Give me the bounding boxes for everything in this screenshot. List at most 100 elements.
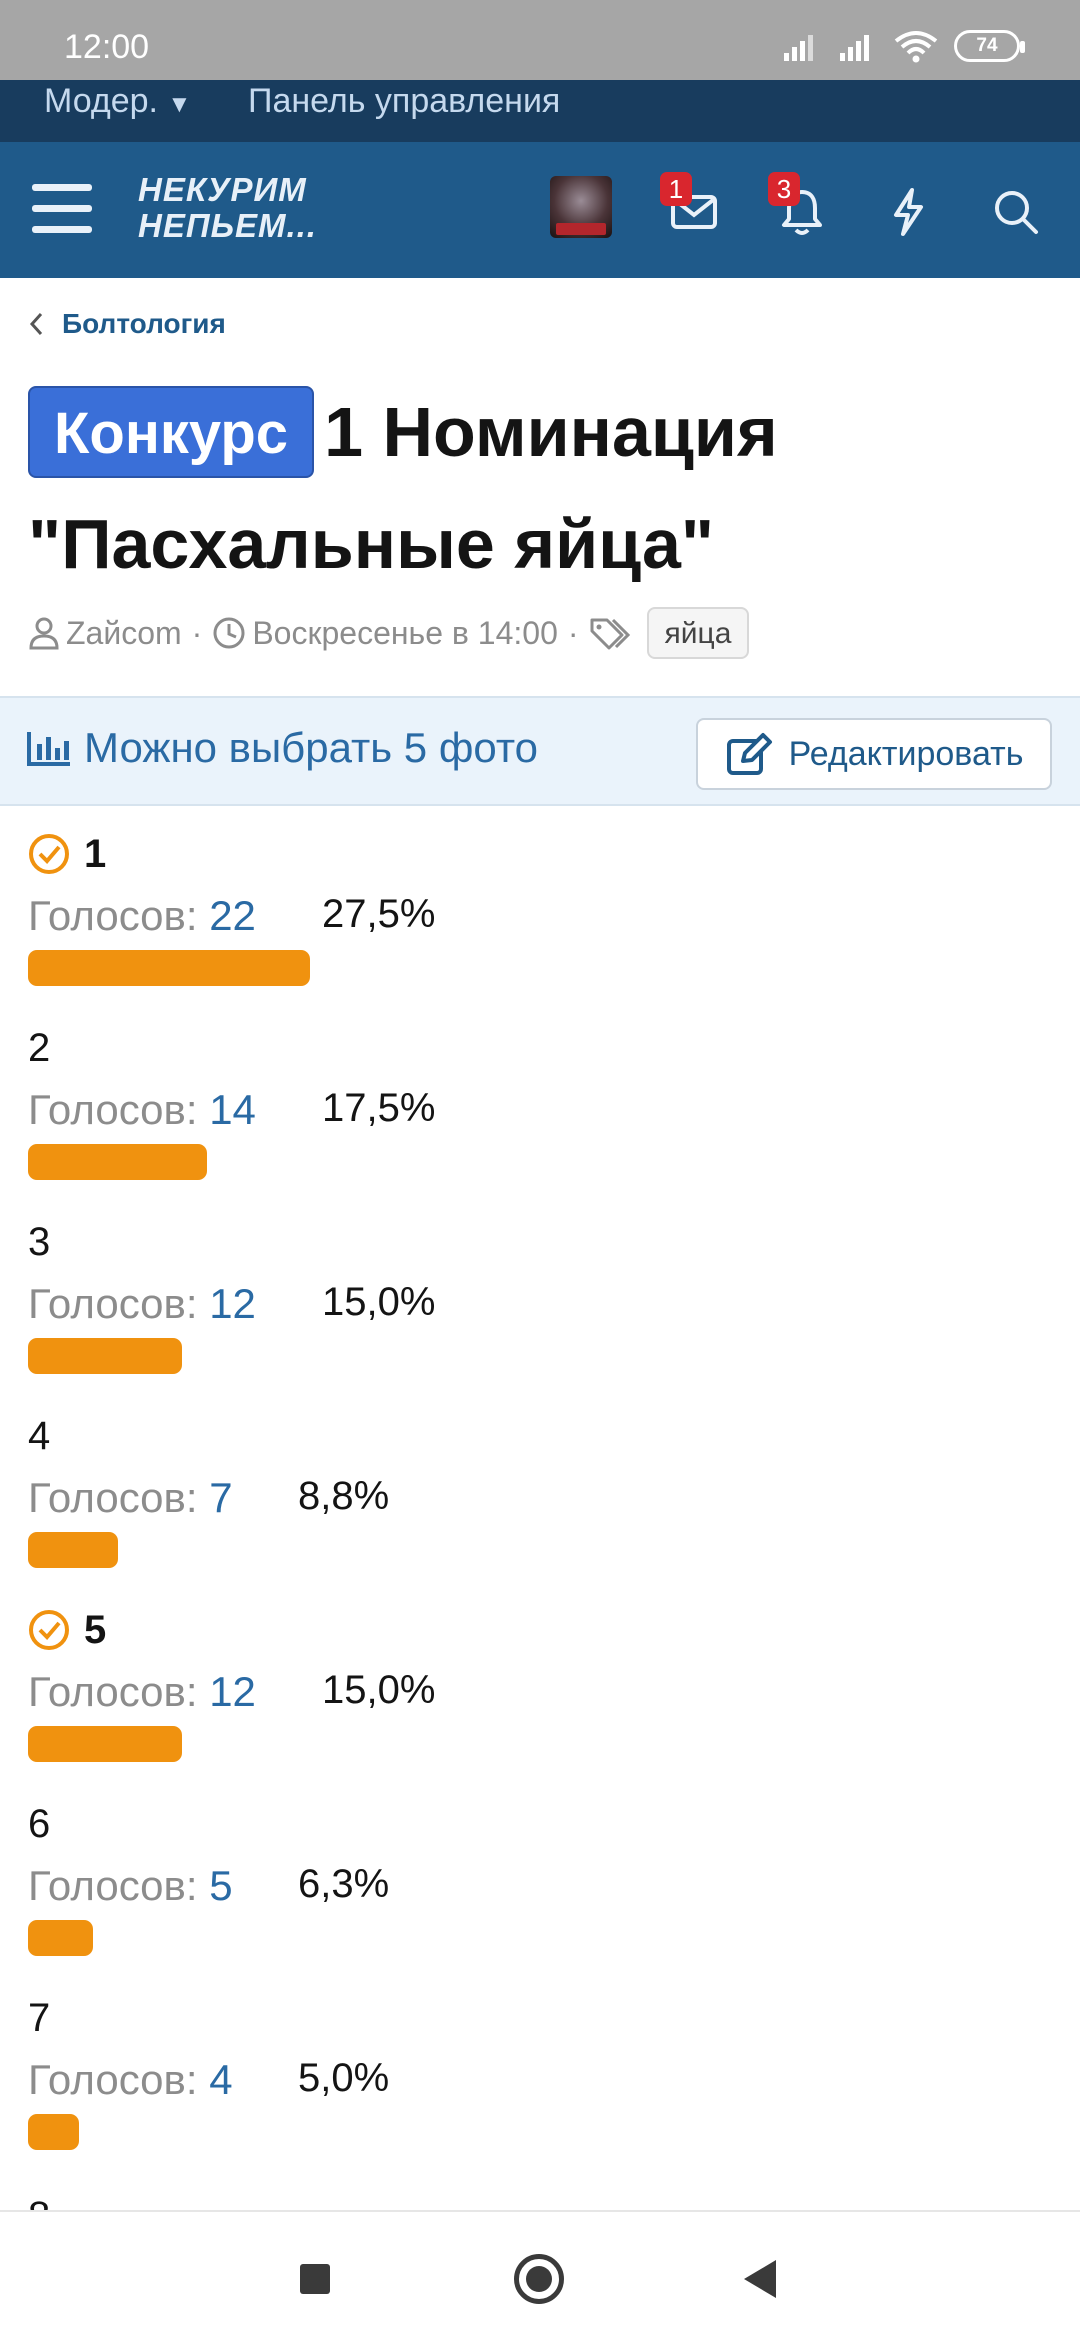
vote-count: Голосов: 5 [28, 1862, 233, 1910]
alerts-badge: 3 [768, 172, 800, 206]
edit-poll-label: Редактировать [788, 734, 1024, 773]
chevron-left-icon [29, 312, 43, 336]
vote-count: Голосов: 14 [28, 1086, 256, 1134]
status-icons: 74 [782, 26, 1025, 66]
back-button[interactable] [744, 2260, 776, 2298]
menu-icon[interactable] [32, 182, 94, 236]
whats-new-button[interactable] [878, 182, 938, 242]
voters-link[interactable]: 4 [209, 2056, 232, 2103]
tag-chip[interactable]: яйца [646, 607, 750, 659]
logo-line-2: НЕПЬЕМ... [138, 207, 317, 244]
poll-option: 6 Голосов: 5 6,3% [0, 1800, 1080, 1994]
moderator-bar: Модер. ▼ Панель управления [0, 80, 1080, 142]
battery-level: 74 [976, 35, 998, 56]
thread-author[interactable]: Zайcom [66, 615, 182, 652]
poll-option-name: 3 [28, 1218, 50, 1266]
vote-count: Голосов: 7 [28, 1474, 233, 1522]
wifi-icon [894, 31, 938, 63]
poll-option-name: 5 [28, 1606, 106, 1654]
votes-label: Голосов: [28, 2056, 198, 2103]
vote-percent: 15,0% [322, 1280, 436, 1324]
check-circle-icon [29, 1610, 69, 1650]
poll-option: 5 Голосов: 12 15,0% [0, 1606, 1080, 1800]
poll-info-text: Можно выбрать 5 фото [84, 724, 538, 771]
poll-option: 2 Голосов: 14 17,5% [0, 1024, 1080, 1218]
tags-icon [590, 618, 630, 650]
moderator-label: Модер. [44, 82, 158, 120]
moderator-menu[interactable]: Модер. ▼ [44, 82, 191, 121]
poll-info: Можно выбрать 5 фото [26, 724, 538, 772]
poll-option-name: 6 [28, 1800, 50, 1848]
poll-option: 7 Голосов: 4 5,0% [0, 1994, 1080, 2188]
option-label: 2 [28, 1025, 51, 1070]
vote-percent: 27,5% [322, 892, 436, 936]
poll-option: 3 Голосов: 12 15,0% [0, 1218, 1080, 1412]
avatar[interactable] [550, 176, 612, 238]
inbox-button[interactable]: 1 [660, 172, 724, 242]
voters-link[interactable]: 7 [209, 1474, 232, 1521]
vote-percent: 5,0% [298, 2056, 390, 2100]
votes-label: Голосов: [28, 1862, 198, 1909]
thread-prefix[interactable]: Конкурс [28, 385, 315, 478]
breadcrumb-link[interactable]: Болтология [62, 308, 226, 340]
vote-count: Голосов: 4 [28, 2056, 233, 2104]
poll-option-name: 1 [28, 830, 106, 878]
option-label: 4 [28, 1413, 51, 1458]
poll-option: 4 Голосов: 7 8,8% [0, 1412, 1080, 1606]
check-circle-icon [29, 834, 69, 874]
voters-link[interactable]: 12 [209, 1668, 256, 1715]
result-bar [28, 950, 310, 986]
signal-icon [840, 35, 869, 61]
votes-label: Голосов: [28, 892, 198, 939]
option-label: 7 [28, 1995, 51, 2040]
result-bar [28, 2114, 79, 2150]
site-logo[interactable]: НЕКУРИМ НЕПЬЕМ... [138, 172, 317, 244]
poll-option-name: 4 [28, 1412, 50, 1460]
home-button[interactable] [514, 2254, 564, 2304]
vote-percent: 15,0% [322, 1668, 436, 1712]
poll-option-name: 2 [28, 1024, 50, 1072]
voters-link[interactable]: 14 [209, 1086, 256, 1133]
thread-date[interactable]: Воскресенье в 14:00 [252, 615, 558, 652]
status-time: 12:00 [64, 28, 150, 66]
inbox-badge: 1 [660, 172, 692, 206]
page-title: Конкурс 1 Номинация "Пасхальные яйца" [28, 376, 1048, 600]
votes-label: Голосов: [28, 1086, 198, 1133]
bar-chart-icon [27, 732, 70, 766]
edit-poll-button[interactable]: Редактировать [696, 718, 1052, 790]
chevron-down-icon: ▼ [167, 91, 192, 118]
votes-label: Голосов: [28, 1280, 198, 1327]
thread-meta: Zайcom · Воскресенье в 14:00 · яйца [28, 606, 750, 660]
search-button[interactable] [986, 182, 1046, 242]
result-bar [28, 1920, 93, 1956]
logo-line-1: НЕКУРИМ [138, 171, 307, 208]
result-bar [28, 1726, 182, 1762]
votes-label: Голосов: [28, 1668, 198, 1715]
recents-button[interactable] [300, 2264, 330, 2294]
poll-results: 1 Голосов: 22 27,5% 2 Голосов: 14 17,5% … [0, 830, 1080, 2228]
status-bar: 12:00 74 [0, 0, 1080, 80]
separator: · [191, 614, 203, 651]
alerts-button[interactable]: 3 [768, 172, 832, 242]
voters-link[interactable]: 5 [209, 1862, 232, 1909]
voters-link[interactable]: 22 [209, 892, 256, 939]
option-label: 5 [84, 1607, 107, 1652]
breadcrumb[interactable]: Болтология [28, 308, 226, 340]
clock-icon [213, 617, 245, 649]
vote-count: Голосов: 22 [28, 892, 256, 940]
poll-option: 1 Голосов: 22 27,5% [0, 830, 1080, 1024]
site-header: НЕКУРИМ НЕПЬЕМ... 1 3 [0, 142, 1080, 278]
edit-icon [726, 733, 772, 775]
signal-icon [784, 35, 813, 61]
voters-link[interactable]: 12 [209, 1280, 256, 1327]
result-bar [28, 1532, 118, 1568]
battery-indicator: 74 [954, 30, 1025, 62]
control-panel-link[interactable]: Панель управления [248, 82, 560, 121]
vote-percent: 8,8% [298, 1474, 390, 1518]
user-icon [29, 617, 59, 650]
option-label: 1 [84, 831, 107, 876]
option-label: 6 [28, 1801, 51, 1846]
vote-count: Голосов: 12 [28, 1668, 256, 1716]
option-label: 3 [28, 1219, 51, 1264]
vote-count: Голосов: 12 [28, 1280, 256, 1328]
